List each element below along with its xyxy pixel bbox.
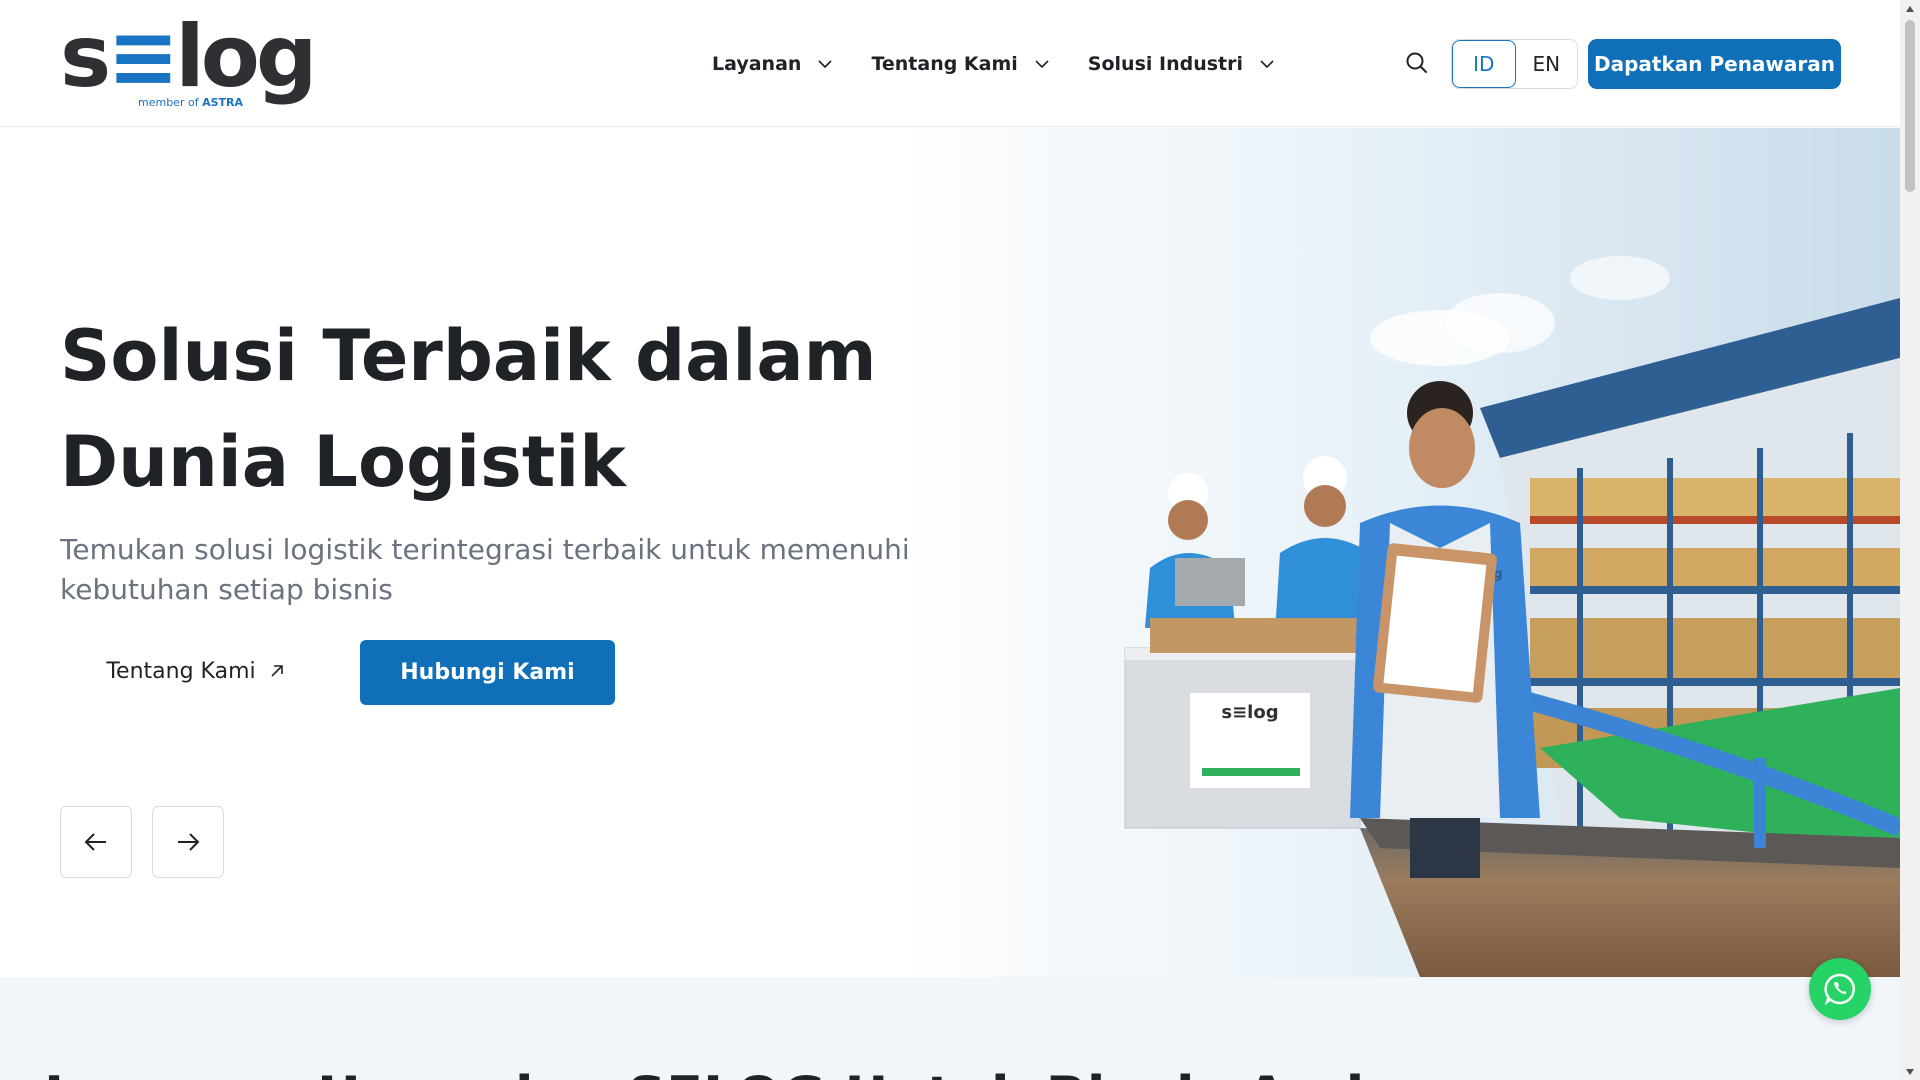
scroll-thumb[interactable] <box>1905 20 1915 192</box>
scroll-down-arrow[interactable] <box>1900 1063 1920 1080</box>
chevron-down-icon <box>818 60 833 69</box>
nav-item-solusi-industri[interactable]: Solusi Industri <box>1088 53 1275 75</box>
search-button[interactable] <box>1404 50 1430 76</box>
lang-id-button[interactable]: ID <box>1452 40 1516 88</box>
caret-up-icon <box>1906 5 1914 12</box>
logo-tagline: member of ASTRA <box>138 96 244 109</box>
selog-logo[interactable]: s≡log member of ASTRA <box>60 14 317 110</box>
screen-logo: s≡log <box>1221 702 1278 723</box>
caret-down-icon <box>1906 1068 1914 1075</box>
chevron-down-icon <box>1035 60 1049 69</box>
language-switcher: ID EN <box>1451 39 1578 89</box>
chevron-down-icon <box>1260 60 1274 69</box>
services-section-title: Layanan Unggulan SELOG Untuk Bisnis Anda <box>44 1065 1401 1080</box>
get-quote-button[interactable]: Dapatkan Penawaran <box>1588 39 1841 89</box>
page-scrollbar[interactable] <box>1900 0 1920 1080</box>
nav-item-label: Layanan <box>712 53 802 75</box>
arrow-up-right-icon <box>271 665 283 677</box>
lang-en-button[interactable]: EN <box>1516 40 1578 88</box>
search-icon <box>1406 52 1427 73</box>
slider-prev-button[interactable] <box>60 806 132 878</box>
logo-wordmark: s≡log <box>60 7 317 107</box>
scroll-up-arrow[interactable] <box>1900 0 1920 17</box>
slider-next-button[interactable] <box>152 806 224 878</box>
contact-us-button[interactable]: Hubungi Kami <box>360 640 615 705</box>
main-nav: Layanan Tentang Kami Solusi Industri <box>712 46 1313 82</box>
hero-illustration: s≡log s≡log <box>1060 128 1900 977</box>
nav-item-tentang-kami[interactable]: Tentang Kami <box>871 53 1049 75</box>
site-header: s≡log member of ASTRA Layanan Tentang Ka… <box>0 0 1900 127</box>
hero-title: Solusi Terbaik dalam Dunia Logistik <box>60 315 877 503</box>
nav-item-label: Solusi Industri <box>1087 53 1244 75</box>
nav-item-label: Tentang Kami <box>871 53 1018 75</box>
whatsapp-button[interactable] <box>1809 958 1871 1020</box>
arrow-right-icon <box>178 833 200 851</box>
services-section: Layanan Unggulan SELOG Untuk Bisnis Anda <box>0 977 1900 1080</box>
arrow-left-icon <box>84 833 106 851</box>
hero-section: s≡log s≡log Solusi Terbaik dalam Dunia L… <box>0 128 1900 977</box>
whatsapp-icon <box>1824 973 1855 1006</box>
nav-item-layanan[interactable]: Layanan <box>712 53 833 75</box>
hero-subtitle: Temukan solusi logistik terintegrasi ter… <box>60 533 910 606</box>
about-us-label: Tentang Kami <box>106 658 256 684</box>
about-us-button[interactable]: Tentang Kami <box>86 640 306 702</box>
